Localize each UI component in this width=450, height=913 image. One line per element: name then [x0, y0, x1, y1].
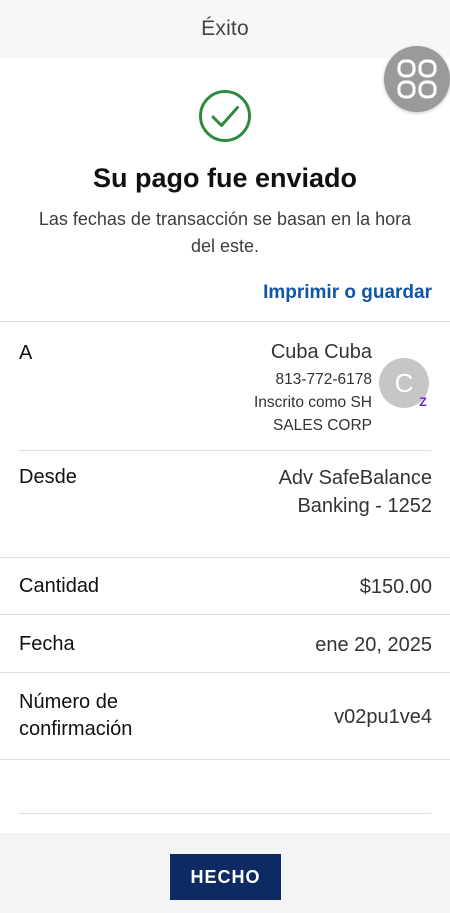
- amount-value: $150.00: [359, 576, 432, 598]
- grid-icon: [397, 59, 437, 99]
- divider: [0, 321, 450, 322]
- zelle-icon: Z: [416, 395, 430, 409]
- divider: [0, 672, 450, 673]
- confirmation-label-line1: Número de: [19, 691, 118, 713]
- recipient-name: Cuba Cuba: [270, 341, 372, 363]
- zelle-badge-letter: Z: [419, 395, 427, 409]
- from-label: Desde: [19, 466, 77, 488]
- screen-title: Éxito: [201, 17, 249, 40]
- divider: [19, 813, 431, 814]
- print-or-save-link[interactable]: Imprimir o guardar: [263, 282, 432, 304]
- to-label: A: [19, 342, 33, 364]
- avatar-initial: C: [394, 367, 414, 398]
- date-value: ene 20, 2025: [315, 634, 432, 656]
- divider: [0, 557, 450, 558]
- top-header: Éxito: [0, 0, 450, 58]
- from-account-line1: Adv SafeBalance: [278, 467, 432, 489]
- confirmation-label: Número de confirmación: [19, 689, 132, 743]
- divider: [0, 759, 450, 760]
- from-account-line2: Banking - 1252: [297, 495, 432, 517]
- payment-success-screen: Éxito Su pago fue enviado Las fechas de …: [0, 0, 450, 913]
- success-heading: Su pago fue enviado: [92, 163, 358, 193]
- recipient-info: Cuba Cuba 813-772-6178 Inscrito como SH …: [254, 338, 372, 437]
- recipient-enrolled-company: SALES CORP: [272, 417, 372, 434]
- from-account: Adv SafeBalance Banking - 1252: [279, 464, 432, 520]
- confirmation-number: v02pu1ve4: [334, 706, 432, 728]
- done-button[interactable]: HECHO: [170, 854, 281, 900]
- date-label: Fecha: [19, 633, 75, 655]
- grid-menu-button[interactable]: [384, 46, 450, 112]
- divider: [19, 450, 431, 451]
- amount-label: Cantidad: [19, 575, 100, 597]
- recipient-phone: 813-772-6178: [275, 371, 372, 388]
- confirmation-label-line2: confirmación: [19, 718, 133, 740]
- check-circle-icon: [199, 90, 251, 142]
- timezone-note: Las fechas de transacción se basan en la…: [38, 209, 412, 256]
- divider: [0, 614, 450, 615]
- recipient-enrolled-as: Inscrito como SH: [253, 394, 372, 411]
